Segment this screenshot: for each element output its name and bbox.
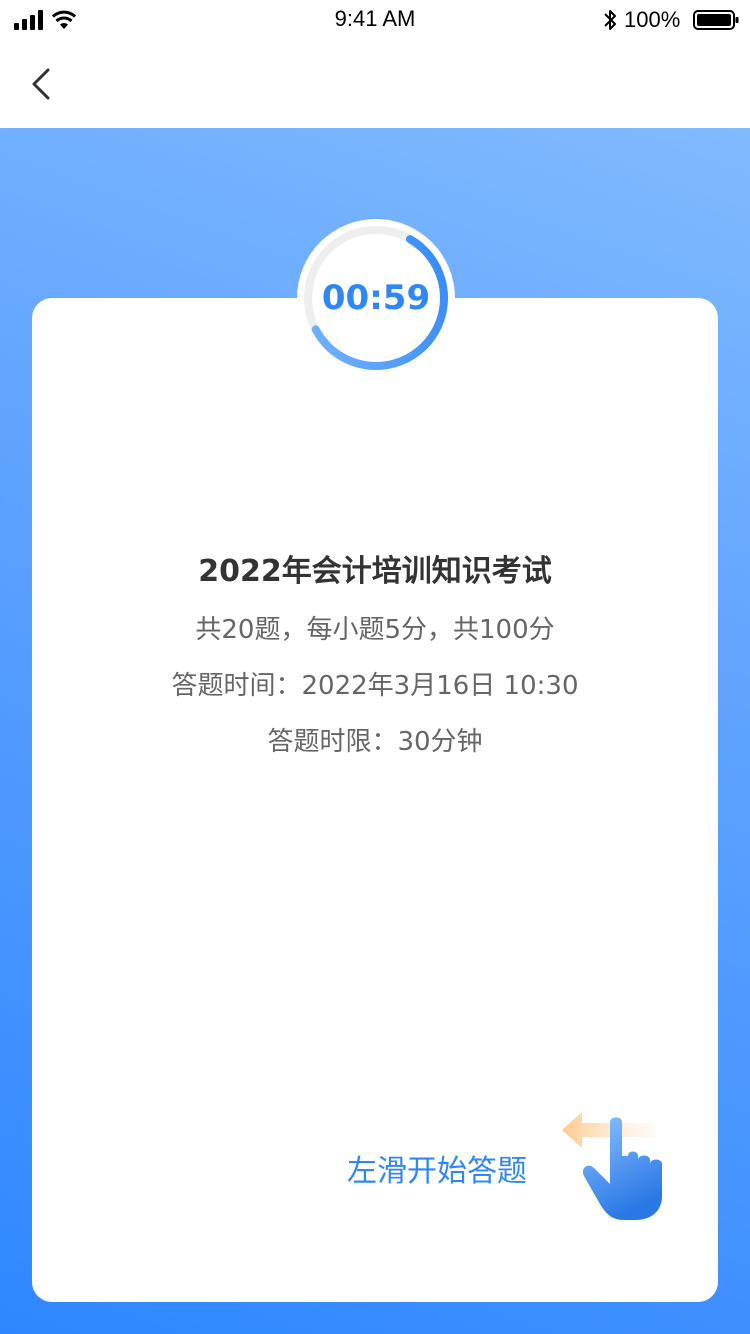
- bluetooth-icon: [604, 10, 616, 30]
- exam-summary: 共20题，每小题5分，共100分: [195, 615, 555, 645]
- exam-time-limit: 答题时限：30分钟: [267, 727, 483, 757]
- hand-swipe-left-icon: [582, 1117, 662, 1220]
- battery-percentage: 100%: [624, 7, 681, 32]
- chevron-left-icon[interactable]: [24, 62, 60, 106]
- exam-time: 答题时间：2022年3月16日 10:30: [171, 671, 579, 701]
- nav-bar: [0, 40, 750, 128]
- swipe-to-start-label[interactable]: 左滑开始答题: [347, 1146, 527, 1190]
- timer-value: 00:59: [321, 278, 431, 318]
- exam-start-screen: 9:41 AM 100% 00:59 2022年会计培训知识考试 共20题，每小…: [0, 0, 750, 1334]
- exam-title: 2022年会计培训知识考试: [198, 554, 552, 589]
- countdown-timer: 00:59: [297, 219, 455, 377]
- status-bar: 9:41 AM 100%: [0, 0, 750, 40]
- battery-icon: [693, 10, 739, 30]
